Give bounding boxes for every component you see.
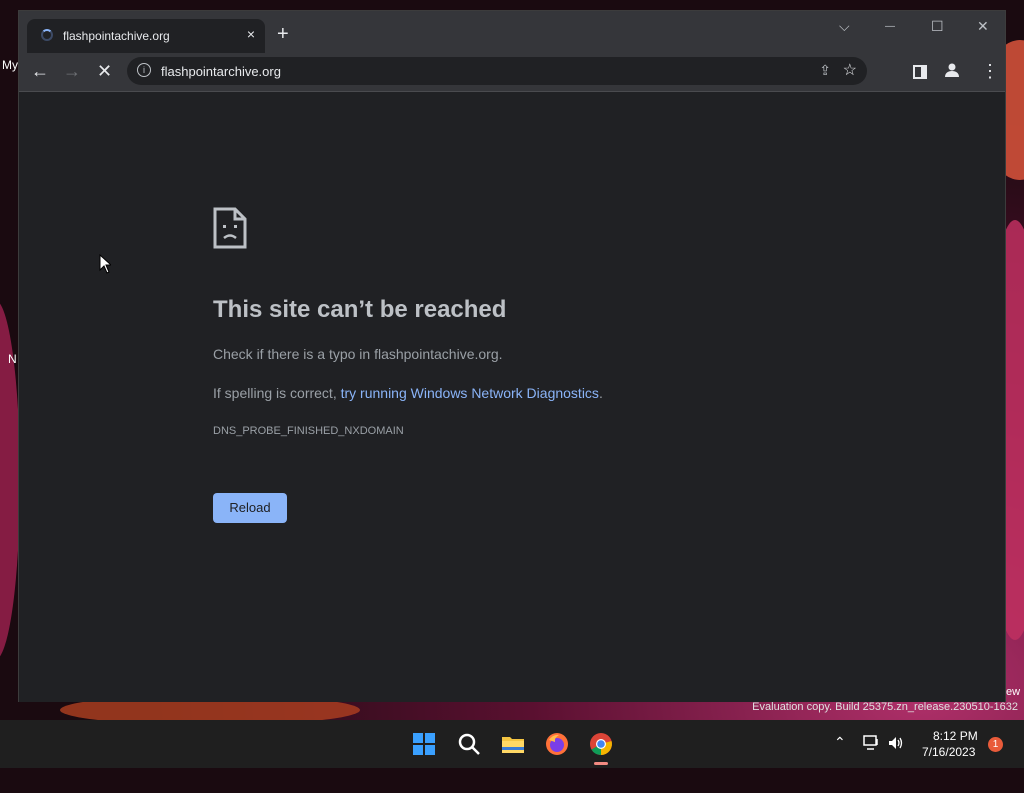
address-bar[interactable]: i flashpointarchive.org ⇪ ☆ (127, 57, 867, 85)
search-icon[interactable] (457, 732, 481, 756)
new-tab-button[interactable]: + (277, 24, 289, 44)
clock-date[interactable]: 7/16/2023 (922, 745, 975, 793)
close-button[interactable]: ✕ (977, 18, 989, 35)
mouse-cursor-icon (99, 254, 111, 274)
taskbar: ⌃ 8:12 PM 7/16/2023 1 (0, 720, 1024, 768)
start-windows-icon[interactable] (412, 732, 436, 756)
bookmark-star-icon[interactable]: ☆ (843, 60, 857, 80)
evaluation-watermark: Evaluation copy. Build 25375.zn_release.… (752, 701, 1018, 713)
loading-spinner-icon (41, 29, 53, 41)
chrome-icon[interactable] (589, 732, 613, 756)
maximize-button[interactable]: ☐ (931, 18, 944, 35)
menu-kebab-icon[interactable]: ⋮ (981, 61, 999, 81)
diagnostics-link[interactable]: try running Windows Network Diagnostics (341, 385, 599, 401)
page-content: This site can’t be reached Check if ther… (19, 92, 1005, 702)
browser-window: flashpointachive.org × + ⌵ — ☐ ✕ ← → ✕ i… (18, 10, 1006, 702)
show-hidden-icons-chevron-icon[interactable]: ⌃ (834, 734, 846, 782)
share-icon[interactable]: ⇪ (819, 62, 831, 79)
desktop-icon-label[interactable]: N (8, 352, 17, 366)
tab-active[interactable]: flashpointachive.org × (27, 19, 265, 53)
url-text[interactable]: flashpointarchive.org (161, 64, 281, 79)
desktop-icon-label: ew (1006, 686, 1021, 698)
network-icon[interactable] (863, 735, 881, 783)
desktop-icon-label[interactable]: My (2, 58, 18, 72)
forward-icon[interactable]: → (63, 61, 81, 81)
minimize-button[interactable]: — (885, 21, 895, 32)
error-suggestion-diagnostics: If spelling is correct, try running Wind… (213, 385, 603, 401)
diagnostics-suffix: . (598, 385, 603, 401)
diagnostics-prefix: If spelling is correct, (213, 385, 341, 401)
back-icon[interactable]: ← (31, 61, 49, 81)
notification-badge[interactable]: 1 (988, 737, 1003, 752)
tab-close-icon[interactable]: × (247, 26, 255, 42)
error-code: DNS_PROBE_FINISHED_NXDOMAIN (213, 425, 404, 437)
site-info-icon[interactable]: i (137, 63, 151, 77)
tab-title: flashpointachive.org (63, 29, 170, 43)
volume-icon[interactable] (888, 735, 904, 783)
file-explorer-icon[interactable] (501, 732, 525, 756)
stop-loading-icon[interactable]: ✕ (97, 61, 112, 81)
sad-document-icon (213, 207, 247, 254)
tab-search-icon[interactable]: ⌵ (839, 18, 850, 35)
side-panel-icon[interactable] (913, 63, 927, 83)
firefox-icon[interactable] (545, 732, 569, 756)
page-title: This site can’t be reached (213, 296, 507, 323)
active-app-indicator (594, 762, 608, 765)
reload-button[interactable]: Reload (213, 493, 287, 523)
toolbar: ← → ✕ i flashpointarchive.org ⇪ ☆ ⋮ (19, 53, 1005, 92)
error-suggestion: Check if there is a typo in flashpointac… (213, 346, 503, 362)
profile-icon[interactable] (944, 62, 960, 82)
tab-strip: flashpointachive.org × + ⌵ — ☐ ✕ (19, 11, 1005, 53)
